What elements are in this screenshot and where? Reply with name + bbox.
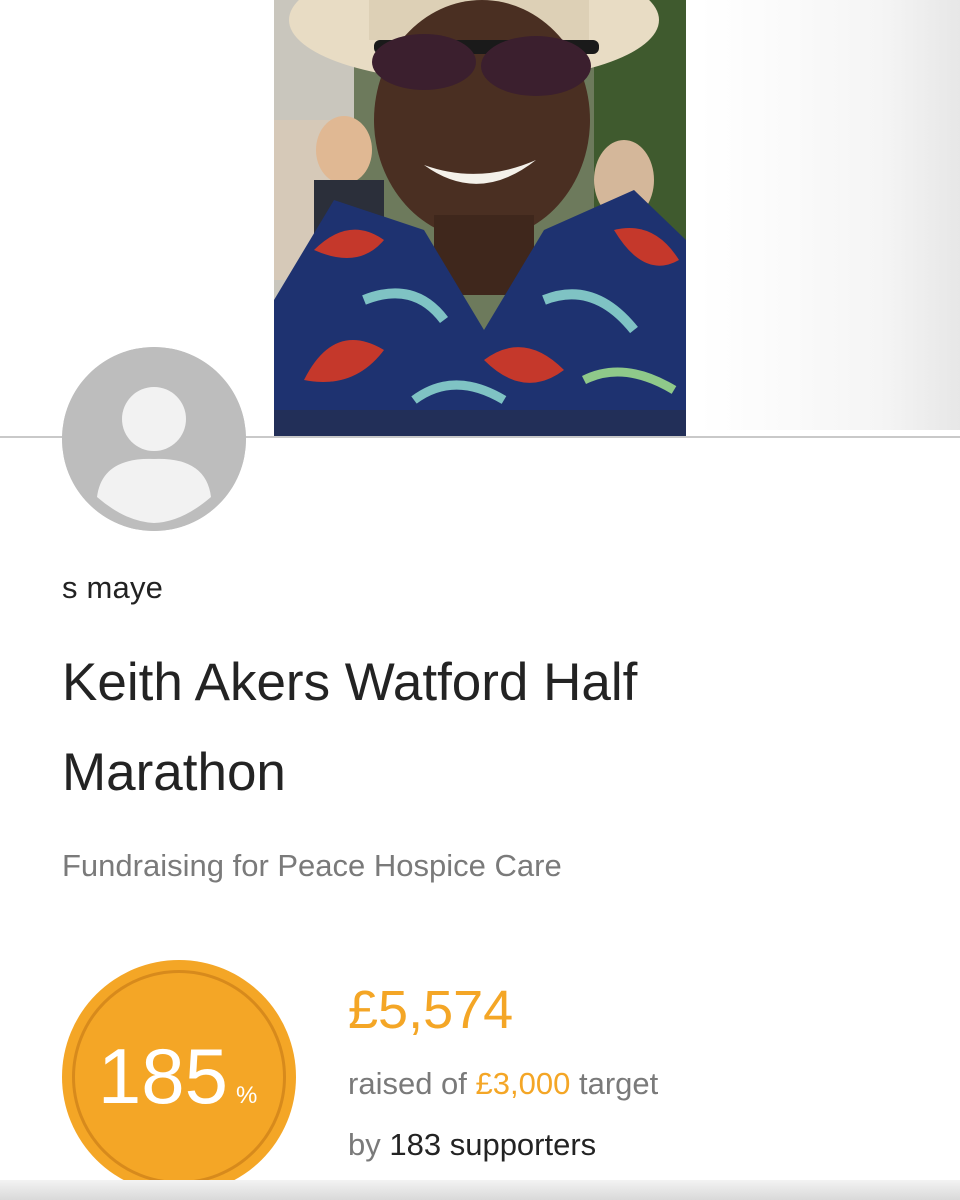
raised-amount: £5,574 xyxy=(348,980,514,1040)
target-amount: £3,000 xyxy=(475,1066,571,1101)
raised-prefix: raised of xyxy=(348,1066,467,1101)
bottom-edge xyxy=(0,1180,960,1200)
owner-avatar[interactable] xyxy=(62,347,246,531)
page-title: Keith Akers Watford Half Marathon xyxy=(62,653,638,802)
cover-photo-illustration xyxy=(274,0,686,436)
background-glow xyxy=(700,0,960,430)
supporters-prefix: by xyxy=(348,1127,381,1162)
owner-name[interactable]: s maye xyxy=(62,570,163,606)
supporter-count: 183 supporters xyxy=(389,1127,597,1162)
progress-percent-symbol: % xyxy=(236,1082,258,1109)
fundraising-page: s maye Keith Akers Watford Half Marathon… xyxy=(0,0,960,1200)
target-suffix: target xyxy=(578,1066,659,1101)
progress-percent: 185 xyxy=(97,1032,228,1120)
supporters-line: by 183 supporters xyxy=(348,1127,596,1163)
charity-line[interactable]: Fundraising for Peace Hospice Care xyxy=(62,848,562,884)
default-user-icon xyxy=(62,347,246,531)
cover-photo[interactable] xyxy=(274,0,686,436)
target-line: raised of £3,000 target xyxy=(348,1066,658,1102)
